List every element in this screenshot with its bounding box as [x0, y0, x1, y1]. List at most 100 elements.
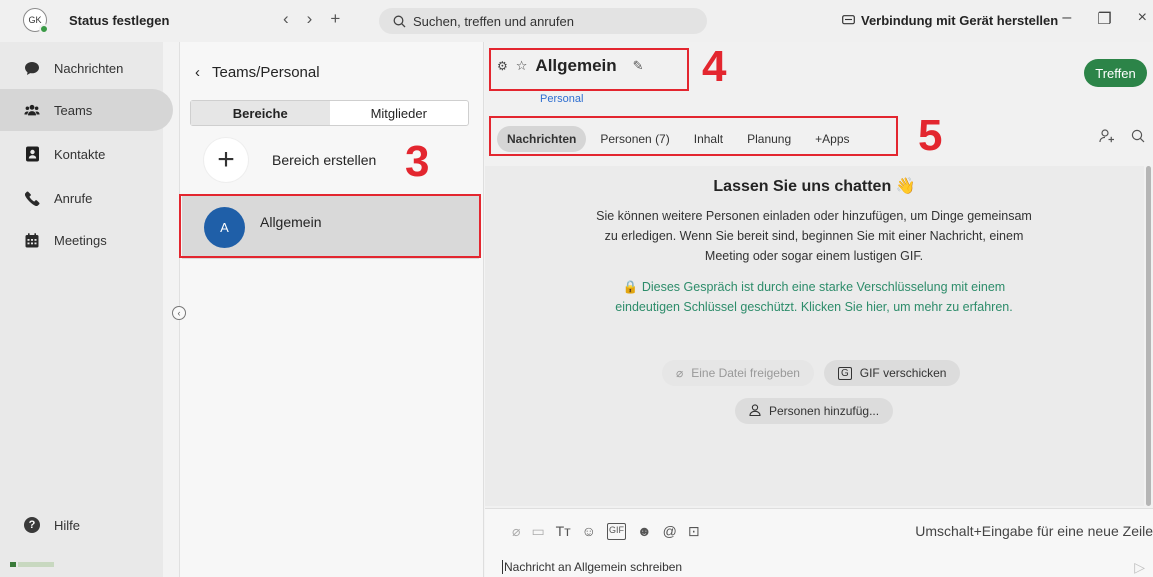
- new-icon[interactable]: +: [330, 9, 340, 29]
- connect-device-button[interactable]: Verbindung mit Gerät herstellen: [842, 13, 1058, 28]
- segment-bereiche[interactable]: Bereiche: [191, 101, 330, 125]
- left-nav: Nachrichten Teams Kontakte Anrufe Meetin…: [0, 42, 173, 577]
- nav-item-anrufe[interactable]: Anrufe: [0, 177, 173, 219]
- status-label[interactable]: Status festlegen: [69, 13, 169, 28]
- send-icon[interactable]: ▷: [1134, 559, 1145, 576]
- composer-toolbar: ⌀ ▭ Tт ☺ GIF ☻ @ ⊡: [512, 523, 700, 540]
- empty-state-text: Sie können weitere Personen einladen ode…: [596, 209, 1032, 263]
- share-file-button[interactable]: ⌀ Eine Datei freigeben: [662, 360, 814, 386]
- search-input[interactable]: Suchen, treffen und anrufen: [379, 8, 707, 34]
- people-icon: [24, 102, 40, 118]
- help-label: Hilfe: [54, 517, 81, 533]
- help-button[interactable]: ? Hilfe: [24, 517, 80, 533]
- annotation-number-3: 3: [405, 137, 430, 186]
- screenshot-icon[interactable]: ▭: [531, 523, 544, 540]
- annotation-number-4: 4: [702, 42, 727, 91]
- avatar-initials: GK: [28, 15, 42, 25]
- nav-label: Kontakte: [54, 146, 106, 162]
- add-people-label: Personen hinzufüg...: [769, 404, 880, 418]
- emoji-icon[interactable]: ☺: [582, 523, 596, 540]
- person-card-icon[interactable]: ⊡: [688, 523, 700, 540]
- quick-actions: ⌀ Eine Datei freigeben G GIF verschicken: [662, 360, 961, 386]
- back-icon[interactable]: ‹: [283, 9, 289, 29]
- connect-device-label: Verbindung mit Gerät herstellen: [861, 13, 1059, 28]
- nav-item-meetings[interactable]: Meetings: [0, 219, 173, 261]
- text-format-icon[interactable]: Tт: [556, 523, 571, 540]
- help-icon: ?: [24, 517, 40, 533]
- tab-personen[interactable]: Personen (7): [590, 126, 679, 152]
- presence-indicator: [39, 24, 49, 34]
- nav-label: Meetings: [54, 232, 107, 248]
- chevron-left-icon: ‹: [195, 64, 200, 81]
- channel-segmented-control: Bereiche Mitglieder: [190, 100, 469, 126]
- channel-avatar: A: [204, 206, 245, 248]
- nav-item-kontakte[interactable]: Kontakte: [0, 133, 173, 175]
- title-bar: GK Status festlegen ‹ › + Suchen, treffe…: [0, 0, 1153, 42]
- close-icon[interactable]: ×: [1138, 9, 1147, 29]
- person-icon: [749, 403, 761, 419]
- nav-label: Nachrichten: [54, 60, 124, 76]
- channel-item-allgemein[interactable]: A Allgemein: [182, 195, 479, 259]
- forward-icon[interactable]: ›: [307, 9, 313, 29]
- team-link[interactable]: Personal: [540, 93, 583, 105]
- breadcrumb[interactable]: ‹ Teams/Personal: [195, 64, 320, 81]
- header-actions: [1099, 129, 1145, 147]
- device-icon: [842, 15, 855, 25]
- meet-button[interactable]: Treffen: [1084, 59, 1147, 87]
- message-input[interactable]: Nachricht an Allgemein schreiben: [502, 560, 682, 574]
- phone-icon: [24, 190, 40, 206]
- nav-item-nachrichten[interactable]: Nachrichten: [0, 47, 173, 89]
- message-scrollbar[interactable]: [1146, 166, 1151, 506]
- annotation-number-5: 5: [918, 111, 943, 160]
- gif-icon: G: [837, 366, 852, 380]
- history-nav: ‹ › +: [283, 9, 340, 29]
- send-gif-label: GIF verschicken: [859, 366, 947, 380]
- send-gif-button[interactable]: G GIF verschicken: [823, 360, 961, 386]
- add-people-button[interactable]: Personen hinzufüg...: [735, 398, 894, 424]
- breadcrumb-label: Teams/Personal: [212, 64, 320, 81]
- nav-label: Teams: [54, 102, 93, 118]
- tab-planung[interactable]: Planung: [737, 126, 801, 152]
- window-controls: – ❐ ×: [1062, 9, 1147, 29]
- composer: ⌀ ▭ Tт ☺ GIF ☻ @ ⊡ Umschalt+Eingabe für …: [485, 508, 1153, 577]
- vendor-logo: [10, 562, 56, 567]
- search-placeholder: Suchen, treffen und anrufen: [413, 13, 574, 29]
- gif-icon[interactable]: GIF: [606, 523, 626, 540]
- nav-label: Anrufe: [54, 190, 93, 206]
- channel-name: Allgemein: [260, 214, 322, 230]
- search-icon[interactable]: [1131, 129, 1145, 147]
- empty-state-title: Lassen Sie uns chatten 👋: [713, 178, 916, 195]
- channel-header: ⚙ ☆ Allgemein ✎: [497, 56, 644, 76]
- chat-bubble-icon: [24, 60, 40, 76]
- search-icon: [393, 15, 406, 27]
- message-area: Lassen Sie uns chatten 👋 Sie können weit…: [485, 166, 1144, 506]
- segment-mitglieder[interactable]: Mitglieder: [330, 101, 469, 125]
- maximize-icon[interactable]: ❐: [1097, 9, 1111, 29]
- channel-tabs: Nachrichten Personen (7) Inhalt Planung …: [497, 126, 860, 152]
- gear-icon[interactable]: ⚙: [497, 59, 508, 73]
- tab-inhalt[interactable]: Inhalt: [684, 126, 733, 152]
- conversation-pane: ⚙ ☆ Allgemein ✎ Personal Treffen Nachric…: [485, 42, 1153, 577]
- mention-icon[interactable]: @: [663, 523, 677, 540]
- nav-item-teams[interactable]: Teams: [0, 89, 173, 131]
- sticker-icon[interactable]: ☻: [637, 523, 652, 540]
- user-avatar[interactable]: GK: [23, 8, 49, 34]
- channel-title: Allgemein: [535, 56, 617, 75]
- tab-nachrichten[interactable]: Nachrichten: [497, 126, 587, 152]
- encryption-info-link[interactable]: 🔒 Dieses Gespräch ist durch eine starke …: [589, 277, 1039, 317]
- collapse-sidebar-icon[interactable]: ‹: [172, 306, 186, 320]
- create-space-button[interactable]: + Bereich erstellen: [204, 138, 376, 182]
- minimize-icon[interactable]: –: [1062, 9, 1071, 29]
- composer-hint: Umschalt+Eingabe für eine neue Zeile: [915, 523, 1153, 539]
- quick-actions-2: Personen hinzufüg...: [735, 398, 894, 424]
- edit-pencil-icon[interactable]: ✎: [633, 58, 644, 74]
- star-icon[interactable]: ☆: [516, 58, 528, 74]
- attach-icon[interactable]: ⌀: [512, 523, 520, 540]
- create-space-label: Bereich erstellen: [272, 152, 377, 168]
- plus-icon: +: [204, 138, 248, 182]
- calendar-icon: [24, 232, 40, 248]
- share-file-label: Eine Datei freigeben: [691, 366, 800, 380]
- paperclip-icon: ⌀: [676, 366, 684, 380]
- tab-apps[interactable]: +Apps: [805, 126, 859, 152]
- add-person-icon[interactable]: [1099, 129, 1115, 147]
